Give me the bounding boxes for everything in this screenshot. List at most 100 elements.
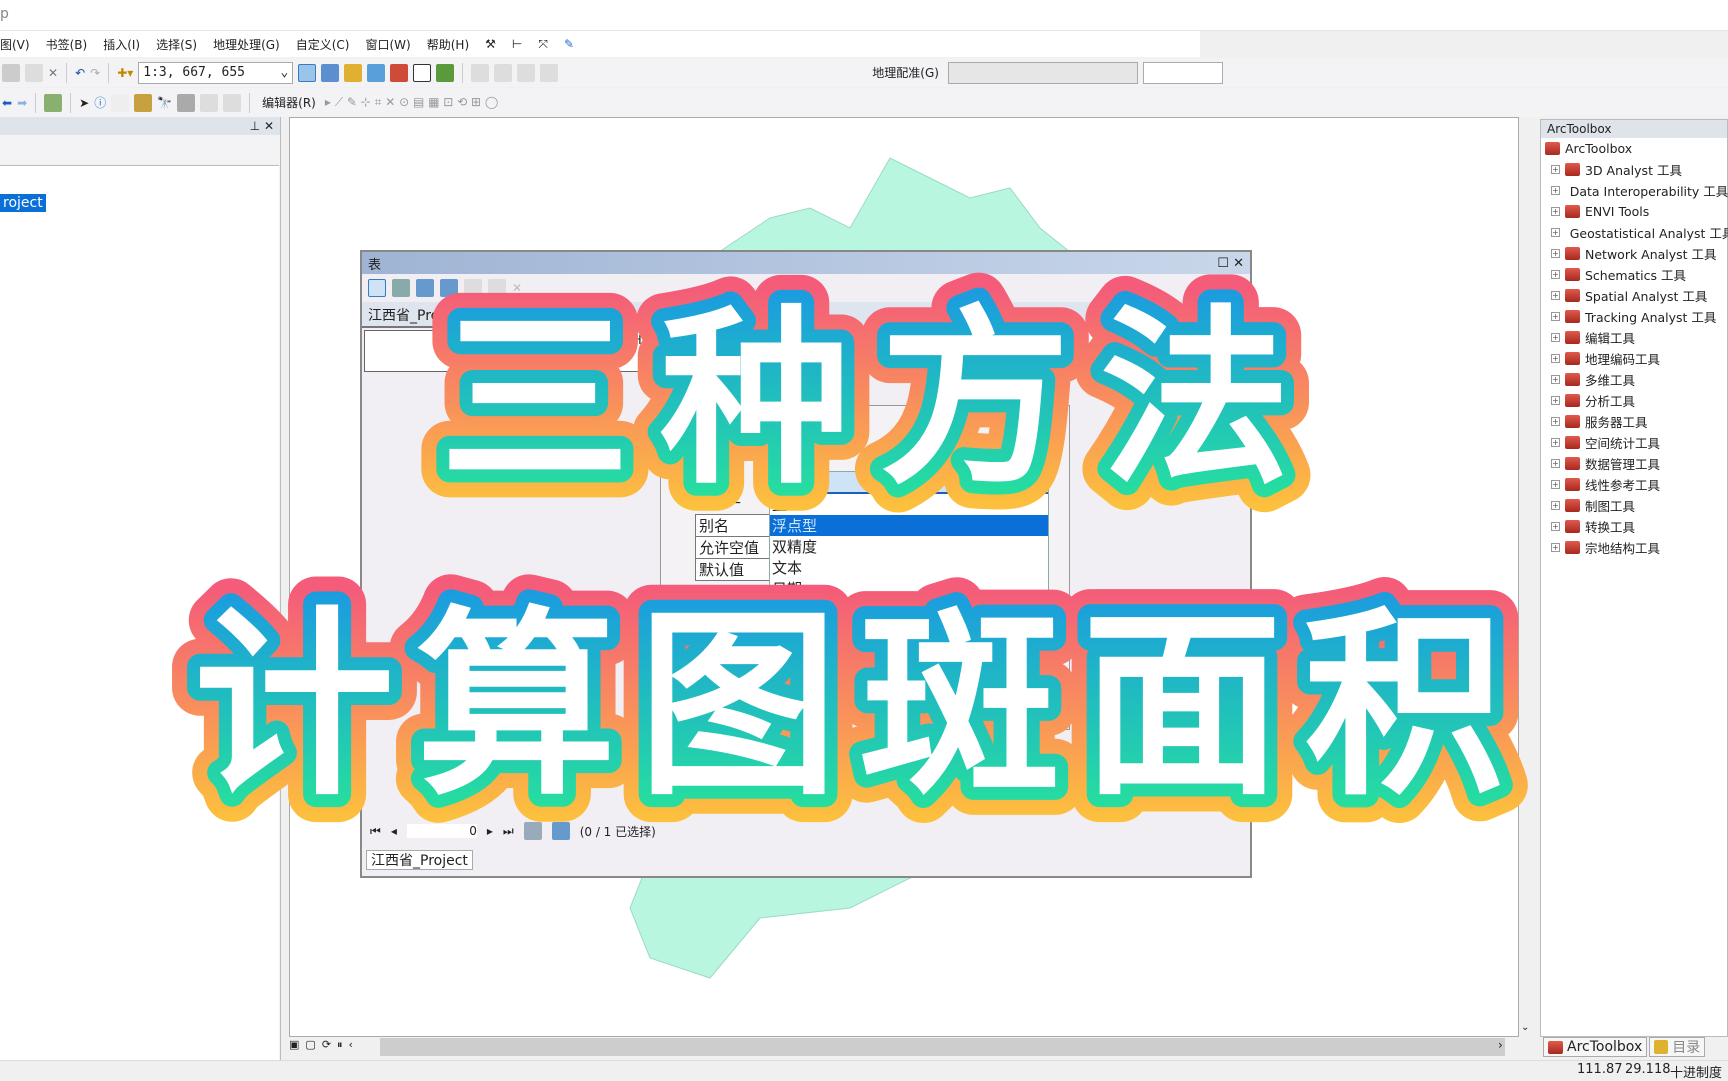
menu-insert[interactable]: 插入(I)	[103, 36, 140, 53]
menu-view[interactable]: 图(V)	[0, 36, 30, 53]
toolbox-item[interactable]: + 分析工具	[1541, 390, 1727, 411]
scroll-left-icon[interactable]: ‹	[349, 1038, 353, 1052]
pin-icon[interactable]: ⊥	[250, 119, 260, 133]
expand-icon[interactable]: +	[1551, 354, 1560, 363]
identify-icon[interactable]: ⓘ	[94, 94, 106, 111]
magnifier-icon[interactable]	[223, 93, 242, 112]
expand-icon[interactable]: +	[1551, 165, 1560, 174]
menu-selection[interactable]: 选择(S)	[156, 36, 197, 53]
close-icon[interactable]: ✕	[1233, 256, 1244, 271]
scale-combo[interactable]: 1:3, 667, 655 ⌄	[138, 61, 294, 84]
expand-icon[interactable]: +	[1551, 291, 1560, 300]
table-of-contents-icon[interactable]	[321, 63, 340, 82]
print-icon[interactable]	[2, 63, 20, 82]
data-view-icon[interactable]: ▣	[289, 1038, 299, 1052]
catalog-icon[interactable]	[344, 63, 363, 82]
select-features-icon[interactable]	[44, 93, 63, 112]
arctoolbox-icon[interactable]	[390, 63, 409, 82]
type-option[interactable]: 文本	[770, 557, 1048, 578]
menu-geoprocessing[interactable]: 地理处理(G)	[213, 36, 280, 53]
toolbox-item[interactable]: + Schematics 工具	[1541, 264, 1727, 285]
georeferencing-menu[interactable]: 地理配准(G)	[868, 64, 943, 81]
expand-icon[interactable]: +	[1551, 249, 1560, 258]
redo-icon[interactable]: ↷	[90, 66, 100, 80]
show-selected-icon[interactable]	[551, 822, 570, 840]
toolbox-item[interactable]: + 空间统计工具	[1541, 432, 1727, 453]
column-header[interactable]: SH	[625, 333, 642, 347]
toolbox-item[interactable]: + 多维工具	[1541, 369, 1727, 390]
toolbox-item[interactable]: + 宗地结构工具	[1541, 537, 1727, 558]
toolbox-item[interactable]: + 服务器工具	[1541, 411, 1727, 432]
toolbox-item[interactable]: +3D Analyst 工具	[1541, 159, 1727, 180]
pan-icon[interactable]	[517, 63, 536, 82]
attribute-grid[interactable]: SH 面	[364, 330, 1224, 372]
toolbox-item[interactable]: + 制图工具	[1541, 495, 1727, 516]
zoom-in-fixed-icon[interactable]	[471, 63, 490, 82]
expand-icon[interactable]: +	[1551, 543, 1560, 552]
expand-icon[interactable]: +	[1551, 438, 1560, 447]
expand-icon[interactable]: +	[1551, 459, 1560, 468]
maximize-icon[interactable]: ☐	[1217, 256, 1229, 271]
scroll-right-icon[interactable]: ›	[1498, 1038, 1503, 1052]
next-record-icon[interactable]: ▸	[487, 824, 493, 838]
forward-icon[interactable]: ➡	[17, 96, 27, 110]
table-options-icon[interactable]	[368, 279, 386, 297]
scroll-down-icon[interactable]: ⌄	[1521, 1022, 1529, 1033]
toolbox-item[interactable]: + Spatial Analyst 工具	[1541, 285, 1727, 306]
toolbox-item[interactable]: + 数据管理工具	[1541, 453, 1727, 474]
select-by-attributes-icon[interactable]	[416, 279, 434, 297]
layout-view-icon[interactable]: ▢	[305, 1038, 315, 1052]
refresh-icon[interactable]: ⟳	[322, 1038, 331, 1052]
expand-icon[interactable]: +	[1551, 396, 1560, 405]
field-type-list[interactable]: 型 浮点型 双精度 文本 日期	[769, 471, 1049, 686]
switch-selection-icon[interactable]	[440, 279, 458, 297]
type-option[interactable]: 双精度	[770, 536, 1048, 557]
pen-icon[interactable]: ✎	[564, 37, 574, 51]
prev-record-icon[interactable]: ◂	[391, 824, 397, 838]
table-layer-tab[interactable]: 江西省_Project	[366, 850, 473, 870]
toolbox-item[interactable]: + Geostatistical Analyst 工具	[1541, 222, 1728, 243]
menu-bookmarks[interactable]: 书签(B)	[46, 36, 88, 53]
menu-windows[interactable]: 窗口(W)	[366, 36, 411, 53]
paste-icon[interactable]	[25, 63, 43, 82]
expand-icon[interactable]: +	[1551, 312, 1560, 321]
tab-arctoolbox[interactable]: ArcToolbox	[1543, 1037, 1648, 1057]
related-tables-icon[interactable]	[392, 279, 410, 297]
toc-layer-item[interactable]: roject	[0, 194, 46, 212]
full-extent-icon[interactable]: ⤧	[538, 37, 548, 52]
expand-icon[interactable]: +	[1551, 270, 1560, 279]
tab-catalog[interactable]: 目录	[1649, 1037, 1706, 1057]
toolbox-item[interactable]: + 地理编码工具	[1541, 348, 1727, 369]
time-slider-icon[interactable]	[200, 93, 219, 112]
toolbox-item[interactable]: + ENVI Tools	[1541, 201, 1727, 222]
expand-icon[interactable]: +	[1551, 186, 1560, 195]
toolbox-item[interactable]: + 转换工具	[1541, 516, 1727, 537]
delete-selected-icon[interactable]: ✕	[512, 281, 522, 295]
type-option-selected[interactable]: 浮点型	[770, 515, 1048, 536]
expand-icon[interactable]: +	[1551, 480, 1560, 489]
toolbox-root[interactable]: ArcToolbox	[1541, 138, 1727, 159]
expand-icon[interactable]: +	[1551, 207, 1560, 216]
model-builder-icon[interactable]	[436, 63, 455, 82]
select-elements-icon[interactable]: ➤	[79, 96, 89, 110]
expand-icon[interactable]: +	[1551, 522, 1560, 531]
python-window-icon[interactable]	[413, 63, 432, 82]
toolbox-item[interactable]: + 编辑工具	[1541, 327, 1727, 348]
last-record-icon[interactable]: ⏭	[503, 824, 514, 839]
toolbox-item[interactable]: + Network Analyst 工具	[1541, 243, 1727, 264]
expand-icon[interactable]: +	[1551, 333, 1560, 342]
editor-menu[interactable]: 编辑器(R)	[258, 94, 320, 111]
delete-icon[interactable]: ✕	[48, 66, 58, 80]
undo-icon[interactable]: ↶	[75, 66, 85, 80]
toolbox-item[interactable]: + Tracking Analyst 工具	[1541, 306, 1727, 327]
record-input[interactable]: 0	[406, 824, 477, 838]
rotation-input[interactable]	[1142, 61, 1223, 84]
expand-icon[interactable]: +	[1551, 375, 1560, 384]
map-horizontal-scrollbar[interactable]	[380, 1038, 1505, 1056]
zoom-out-fixed-icon[interactable]	[494, 63, 513, 82]
clear-selection-icon[interactable]	[464, 279, 482, 297]
toolbox-item[interactable]: + Data Interoperability 工具	[1541, 180, 1728, 201]
map-vertical-scrollbar[interactable]: ⌄	[1519, 117, 1533, 1037]
measure-tool-icon[interactable]	[134, 93, 153, 112]
menu-help[interactable]: 帮助(H)	[427, 36, 469, 53]
